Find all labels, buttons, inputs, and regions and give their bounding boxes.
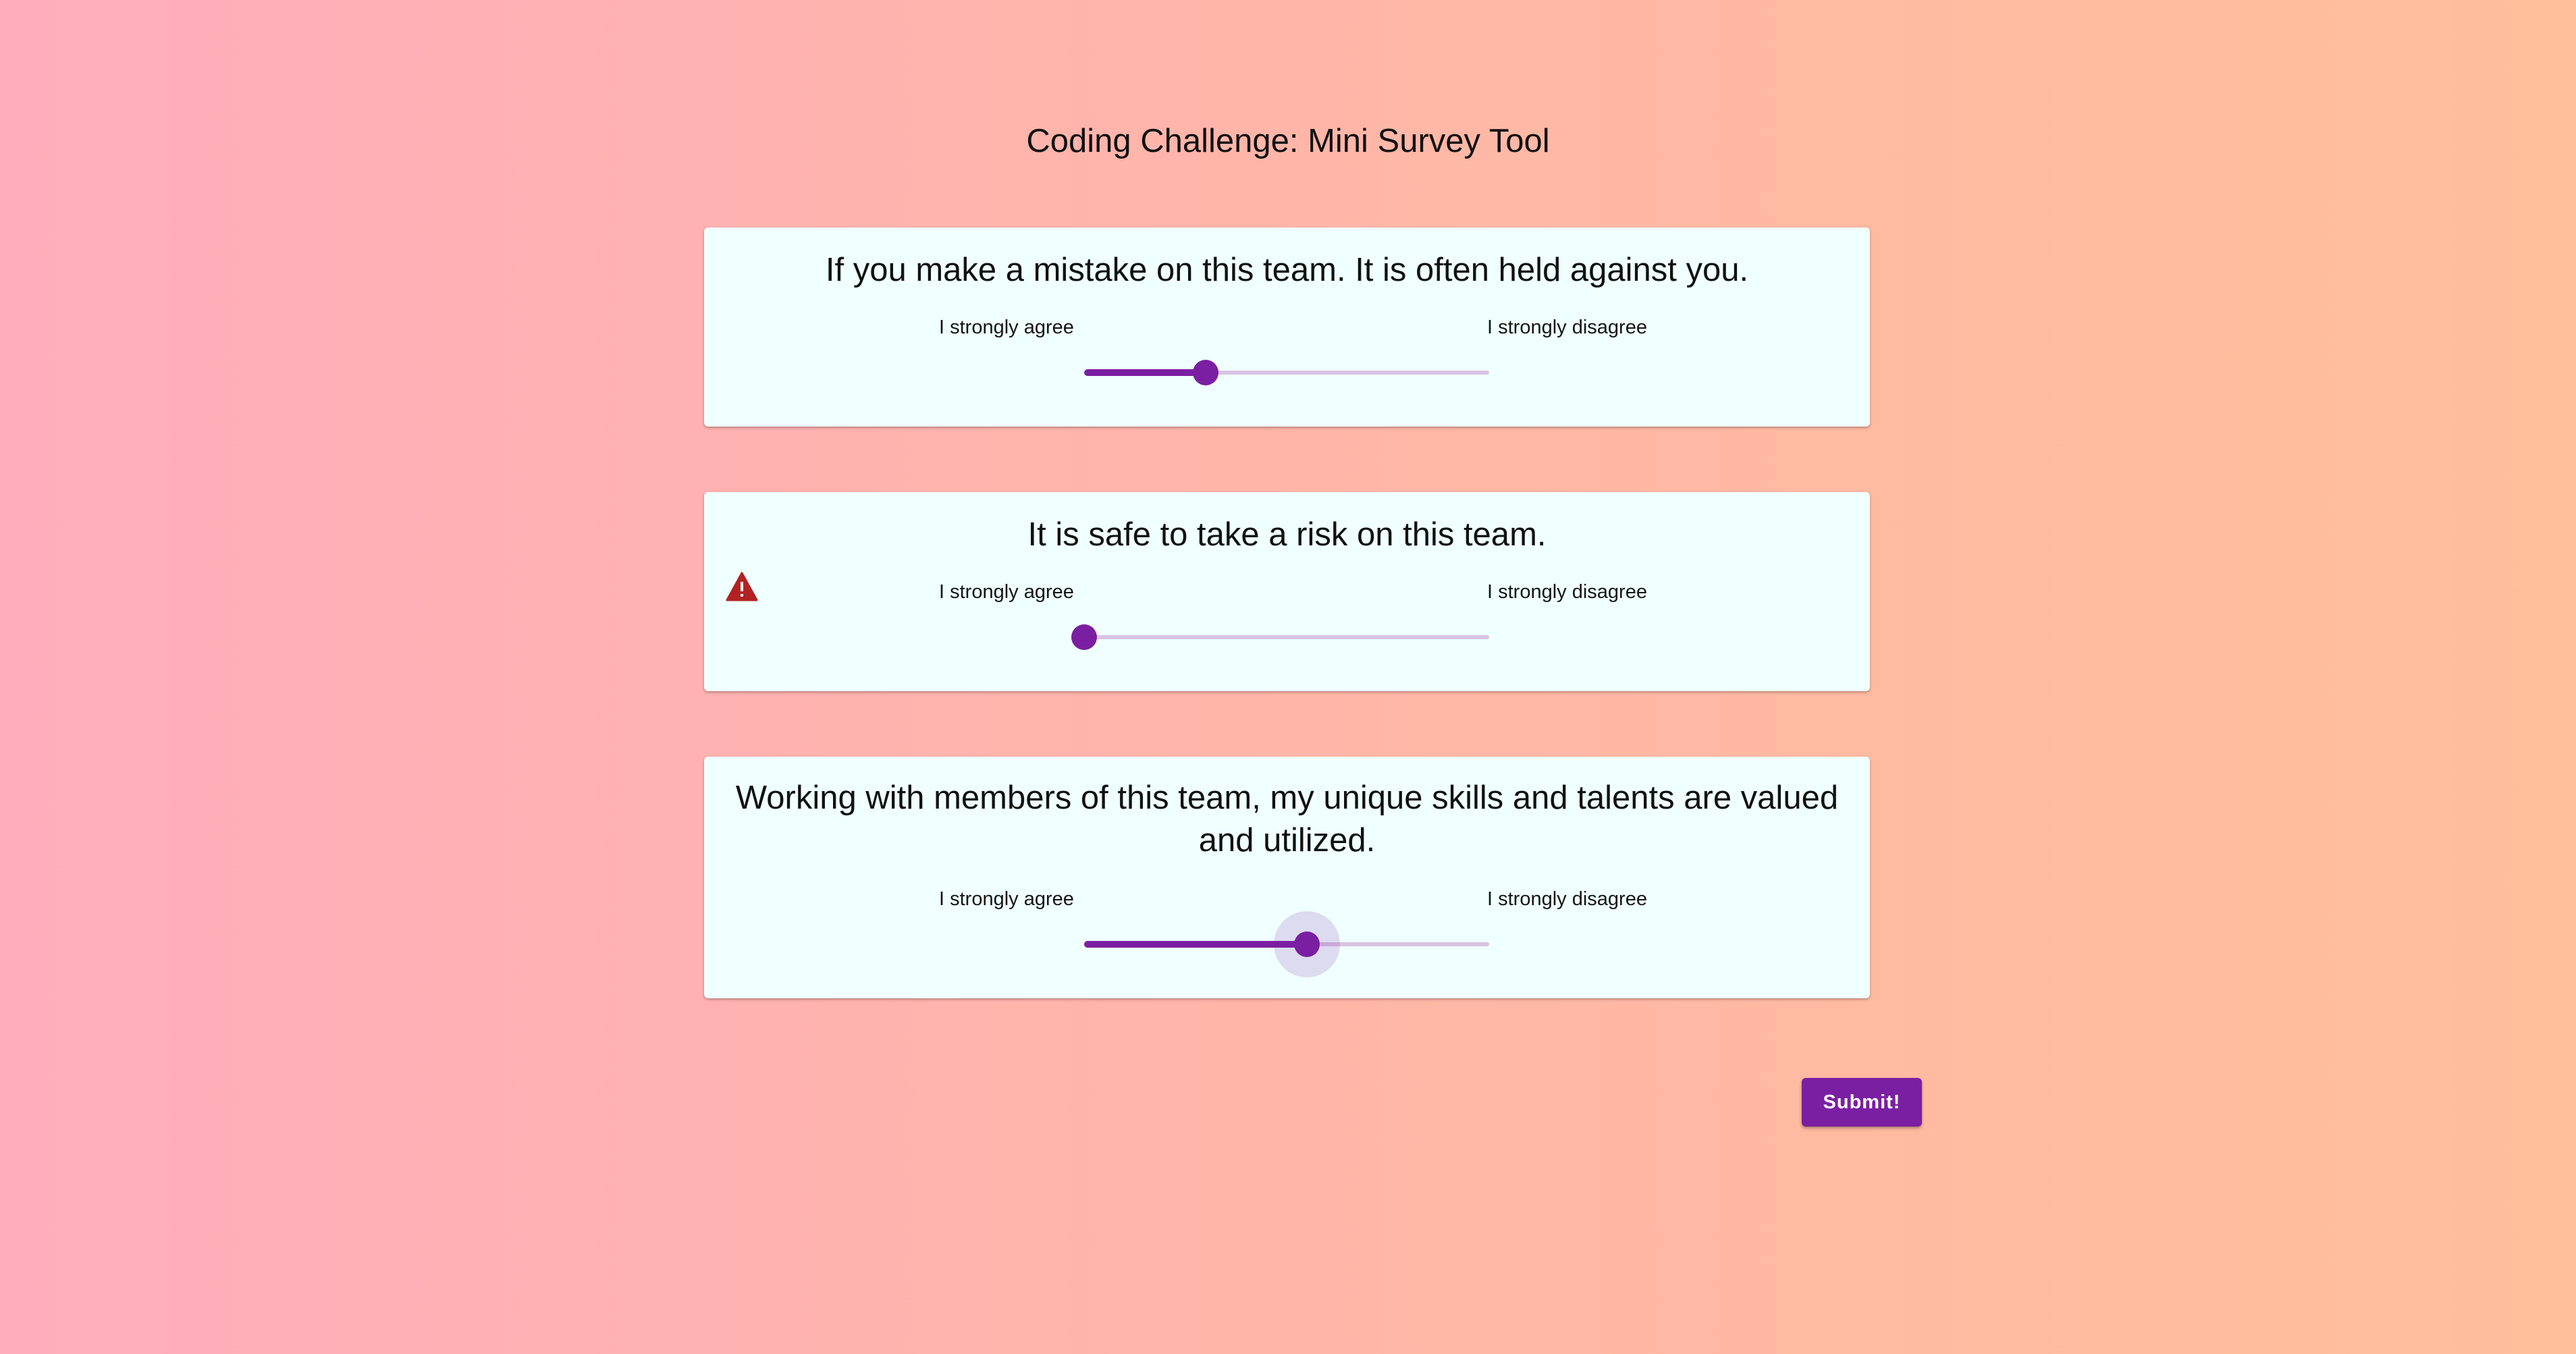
slider-track[interactable] [1084,635,1489,639]
disagree-label: I strongly disagree [1487,317,1647,338]
question-card-1: If you make a mistake on this team. It i… [704,227,1870,427]
page-title: Coding Challenge: Mini Survey Tool [1026,123,1550,159]
rating-slider[interactable] [1084,352,1489,393]
disagree-label: I strongly disagree [1487,581,1647,603]
slider-thumb[interactable] [1193,360,1218,385]
question-text: It is safe to take a risk on this team. [1027,516,1547,553]
rating-slider[interactable] [1071,617,1489,657]
question-card-3: Working with members of this team, my un… [704,757,1870,998]
agree-label: I strongly agree [939,317,1074,338]
agree-label: I strongly agree [939,888,1074,910]
slider-track-fill [1084,369,1206,376]
question-card-2: It is safe to take a risk on this team. … [704,492,1870,691]
warning-triangle-icon [726,572,758,601]
question-text: If you make a mistake on this team. It i… [825,252,1749,288]
submit-button[interactable]: Submit! [1802,1078,1922,1127]
rating-slider[interactable] [1084,911,1489,977]
question-text: Working with members of this team, my un… [735,780,1839,859]
slider-thumb[interactable] [1071,624,1097,650]
agree-label: I strongly agree [939,581,1074,603]
disagree-label: I strongly disagree [1487,888,1647,910]
slider-thumb[interactable] [1294,931,1320,957]
